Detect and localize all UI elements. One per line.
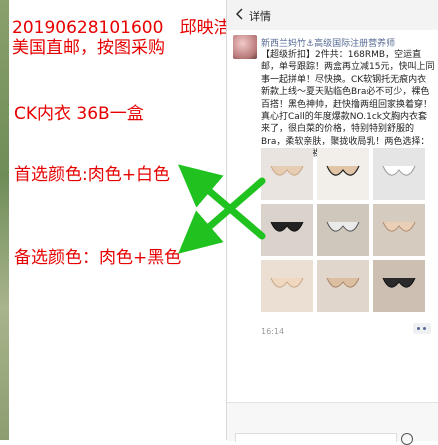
post-photo[interactable] — [373, 260, 425, 312]
background-photo-strip — [0, 0, 9, 440]
post-photo[interactable] — [317, 260, 369, 312]
second-color-choice-note: 备选颜色：肉色+黑色 — [14, 248, 182, 268]
back-arrow-icon[interactable] — [233, 7, 247, 21]
post-photo[interactable] — [261, 204, 313, 256]
post-time: 16:14 — [261, 327, 285, 336]
post-photo[interactable] — [373, 148, 425, 200]
detail-header: 详情 — [227, 0, 438, 30]
wechat-moments-screenshot: 详情 新西兰妈竹⚓高级国际注册营养师 【超级折扣】2件共：168RMB，空运直邮… — [226, 0, 438, 445]
moment-post: 新西兰妈竹⚓高级国际注册营养师 【超级折扣】2件共：168RMB，空运直邮，单号… — [227, 30, 438, 402]
author-name[interactable]: 新西兰妈竹⚓高级国际注册营养师 — [261, 36, 395, 49]
post-photo[interactable] — [317, 148, 369, 200]
post-photo[interactable] — [261, 148, 313, 200]
order-number-note: 20190628101600 邱映洁 — [12, 18, 231, 38]
emoji-icon[interactable] — [401, 433, 413, 445]
comment-input[interactable] — [235, 433, 397, 442]
post-photo[interactable] — [373, 204, 425, 256]
post-text: 【超级折扣】2件共：168RMB，空运直邮，单号跟踪！两盒再立减15元，快叫上同… — [261, 50, 435, 159]
comment-bar — [227, 402, 438, 445]
product-note: CK内衣 36B一盒 — [14, 104, 144, 124]
post-photo[interactable] — [317, 204, 369, 256]
detail-title: 详情 — [249, 10, 271, 23]
post-photo[interactable] — [261, 260, 313, 312]
more-actions-button[interactable] — [413, 323, 431, 334]
shipping-note: 美国直邮，按图采购 — [12, 38, 165, 58]
first-color-choice-note: 首选颜色:肉色+白色 — [14, 165, 170, 185]
author-avatar[interactable] — [233, 35, 257, 59]
